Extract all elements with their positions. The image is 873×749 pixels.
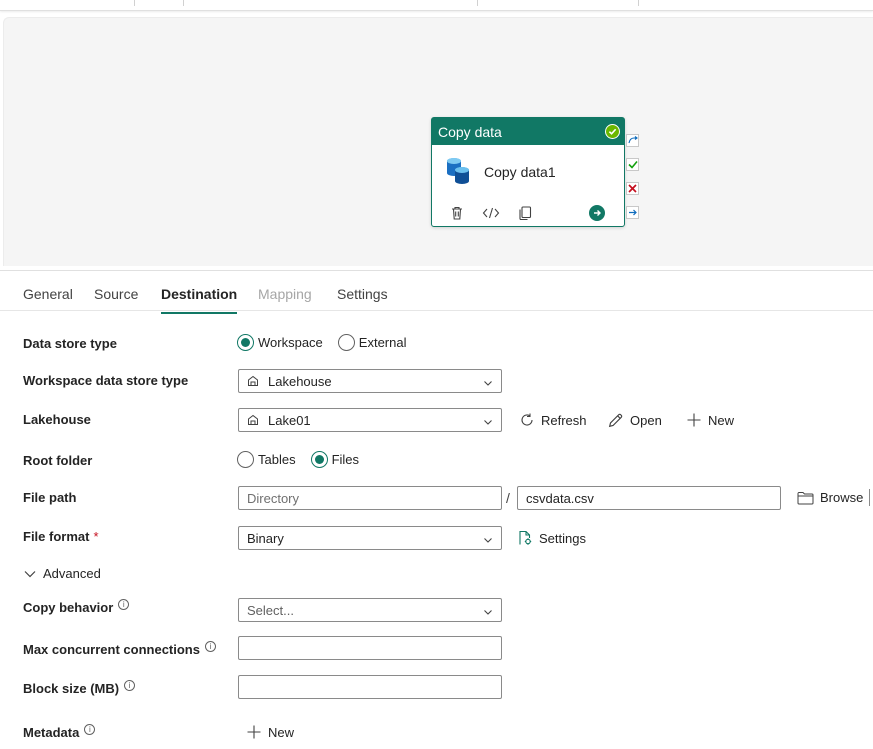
- file-name-input[interactable]: [517, 486, 781, 510]
- properties-tab-bar: General Source Destination Mapping Setti…: [0, 270, 873, 314]
- chevron-down-icon: [483, 376, 493, 391]
- workspace-store-type-dropdown[interactable]: Lakehouse: [238, 369, 502, 393]
- block-size-input[interactable]: [238, 675, 502, 699]
- code-icon[interactable]: [481, 203, 501, 223]
- success-status-icon: [605, 124, 620, 139]
- copy-icon[interactable]: [515, 203, 535, 223]
- activity-footer: [432, 199, 624, 226]
- data-store-type-radio-group: Workspace External: [237, 334, 422, 351]
- activity-name: Copy data1: [484, 164, 556, 180]
- toolbar-separator: [638, 0, 639, 6]
- radio-circle[interactable]: [237, 451, 254, 468]
- top-toolbar-strip: [0, 0, 873, 11]
- block-size-label: Block size (MB) i: [23, 680, 136, 696]
- browse-button[interactable]: Browse: [797, 490, 863, 505]
- tab-mapping[interactable]: Mapping: [258, 286, 312, 302]
- root-folder-label: Root folder: [23, 453, 93, 468]
- file-path-label: File path: [23, 490, 77, 505]
- data-store-type-label: Data store type: [23, 336, 117, 351]
- new-lakehouse-button[interactable]: New: [686, 412, 734, 428]
- info-icon[interactable]: i: [204, 641, 216, 652]
- fail-port-icon[interactable]: [626, 182, 639, 195]
- lakehouse-icon: [247, 375, 259, 387]
- root-folder-radio-group: Tables Files: [237, 451, 374, 468]
- info-icon[interactable]: i: [124, 680, 136, 691]
- plus-icon: [247, 725, 261, 739]
- required-asterisk: *: [93, 529, 99, 544]
- toolbar-separator: [477, 0, 478, 6]
- info-icon[interactable]: i: [84, 724, 96, 735]
- refresh-button[interactable]: Refresh: [519, 412, 587, 428]
- info-icon[interactable]: i: [118, 599, 130, 610]
- radio-circle[interactable]: [310, 451, 328, 468]
- copy-data-icon: [445, 157, 471, 188]
- refresh-icon: [521, 413, 533, 426]
- lakehouse-dropdown[interactable]: Lake01: [238, 408, 502, 432]
- edit-pencil-icon: [608, 413, 623, 428]
- delete-icon[interactable]: [447, 203, 467, 223]
- workspace-store-type-label: Workspace data store type: [23, 373, 189, 388]
- tab-destination[interactable]: Destination: [161, 286, 238, 314]
- lakehouse-icon: [247, 414, 259, 426]
- skip-port-icon[interactable]: [626, 134, 639, 147]
- copy-data-activity-card[interactable]: Copy data Copy data1: [431, 117, 625, 227]
- tab-settings[interactable]: Settings: [337, 286, 388, 302]
- file-settings-icon: [519, 530, 532, 545]
- go-arrow-icon[interactable]: [589, 205, 605, 221]
- toolbar-divider: [869, 489, 870, 506]
- tab-general[interactable]: General: [23, 286, 73, 302]
- file-format-dropdown[interactable]: Binary: [238, 526, 502, 550]
- plus-icon: [687, 413, 701, 427]
- format-settings-button[interactable]: Settings: [517, 530, 586, 546]
- success-port-icon[interactable]: [626, 158, 639, 171]
- activity-output-ports: [626, 134, 640, 230]
- activity-type-label: Copy data: [438, 123, 502, 140]
- file-format-label: File format *: [23, 529, 99, 544]
- radio-circle[interactable]: [237, 334, 254, 351]
- radio-external[interactable]: External: [337, 334, 407, 351]
- activity-header: Copy data: [432, 118, 624, 145]
- folder-icon: [797, 491, 814, 504]
- toolbar-separator: [183, 0, 184, 6]
- new-metadata-button[interactable]: New: [246, 724, 294, 740]
- radio-workspace[interactable]: Workspace: [237, 334, 323, 351]
- path-separator: /: [506, 490, 510, 506]
- tab-source[interactable]: Source: [94, 286, 138, 302]
- directory-input[interactable]: [238, 486, 502, 510]
- activity-body: Copy data1: [432, 145, 624, 199]
- lakehouse-label: Lakehouse: [23, 412, 91, 427]
- completion-port-icon[interactable]: [626, 206, 639, 219]
- max-connections-input[interactable]: [238, 636, 502, 660]
- max-connections-label: Max concurrent connections i: [23, 641, 216, 657]
- chevron-down-icon: [483, 415, 493, 430]
- open-button[interactable]: Open: [607, 412, 662, 429]
- advanced-toggle[interactable]: Advanced: [23, 566, 101, 581]
- radio-tables[interactable]: Tables: [237, 451, 296, 468]
- copy-behavior-label: Copy behavior i: [23, 599, 130, 615]
- chevron-down-icon: [483, 605, 493, 620]
- chevron-down-icon: [483, 533, 493, 548]
- chevron-down-icon: [24, 570, 36, 577]
- copy-behavior-dropdown[interactable]: Select...: [238, 598, 502, 622]
- toolbar-separator: [134, 0, 135, 6]
- radio-files[interactable]: Files: [310, 451, 359, 468]
- radio-circle[interactable]: [337, 334, 355, 351]
- metadata-label: Metadata i: [23, 724, 96, 740]
